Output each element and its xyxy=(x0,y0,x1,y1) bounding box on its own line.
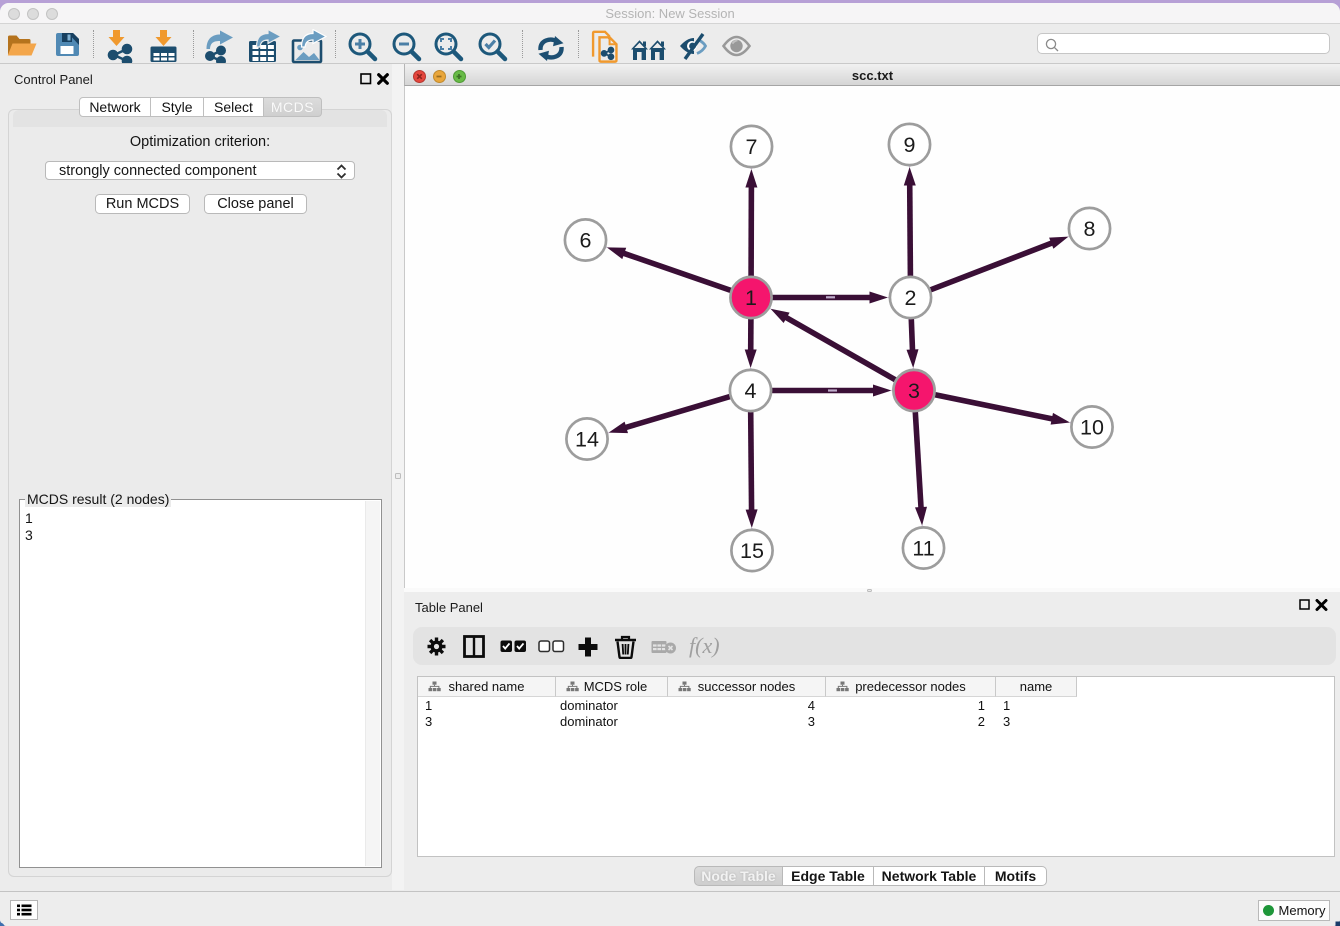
svg-text:3: 3 xyxy=(908,379,920,403)
svg-text:15: 15 xyxy=(740,539,764,563)
svg-text:2: 2 xyxy=(905,286,917,310)
svg-text:6: 6 xyxy=(580,229,592,253)
svg-text:10: 10 xyxy=(1080,416,1104,440)
svg-text:1: 1 xyxy=(745,286,757,310)
svg-text:4: 4 xyxy=(745,379,757,403)
svg-text:8: 8 xyxy=(1084,217,1096,241)
svg-text:7: 7 xyxy=(746,135,758,159)
svg-text:11: 11 xyxy=(912,537,934,561)
svg-text:14: 14 xyxy=(575,428,599,452)
svg-text:9: 9 xyxy=(904,133,916,157)
